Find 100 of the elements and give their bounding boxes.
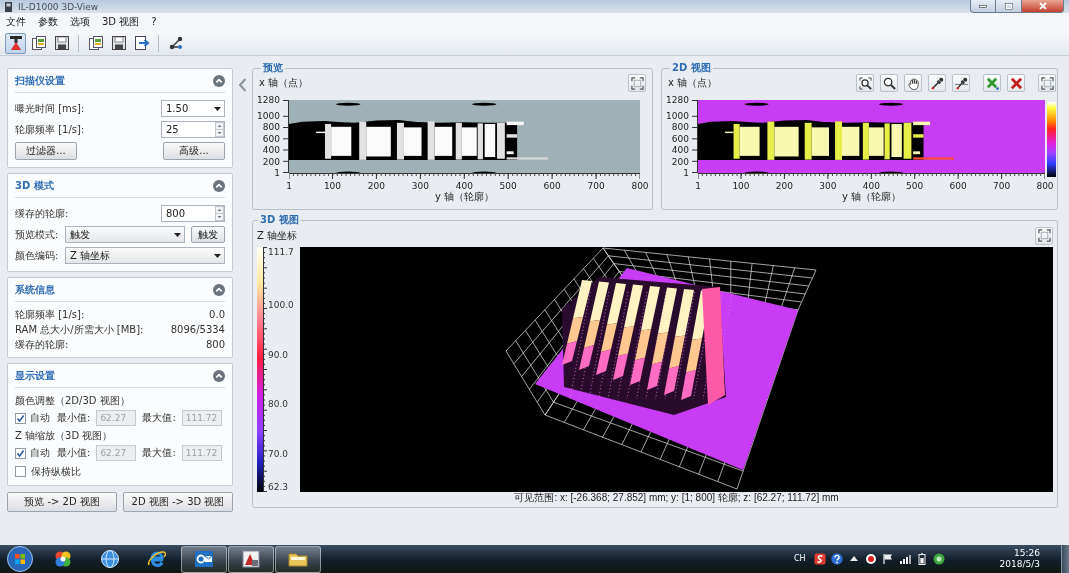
badge-icon[interactable]	[864, 553, 877, 565]
maximize-button[interactable]	[1035, 226, 1053, 245]
minimize-icon	[979, 4, 987, 8]
collapse-icon[interactable]	[213, 74, 225, 87]
collapse-icon[interactable]	[213, 369, 225, 382]
minimize-button[interactable]	[970, 0, 996, 13]
axis-tick-label: 200	[671, 156, 689, 167]
start-button[interactable]	[7, 546, 33, 572]
axis-tick-label: 400	[671, 145, 689, 156]
status-text: 可见范围: x: [-26.368; 27.852] mm; y: [1; 800] 轮廓; z: [62.27; 111.72] mm	[513, 492, 840, 503]
view-transfer-button[interactable]: 预览 -> 2D 视图	[7, 492, 117, 512]
taskbar-app-button[interactable]	[228, 545, 274, 573]
mail-icon	[194, 549, 214, 569]
axis-title: y 轴（轮廓）	[434, 191, 495, 203]
axis-title: Z 轴坐标	[257, 229, 298, 242]
status-icon[interactable]	[932, 553, 945, 565]
clock-date[interactable]: 2018/5/3	[999, 559, 1040, 570]
battery-icon[interactable]	[915, 553, 928, 565]
axis-tick-label: 1280	[257, 95, 280, 105]
spin-box[interactable]: 25	[161, 121, 225, 138]
axis-tick-label: 100.0	[268, 300, 294, 310]
menu-item[interactable]: 选项	[64, 16, 96, 28]
dropdown[interactable]: 1.50	[161, 100, 225, 117]
expand-icon	[1040, 76, 1054, 90]
menu-item[interactable]: 3D 视图	[96, 16, 146, 28]
field-label: 最小值:	[57, 447, 91, 459]
tool-button[interactable]	[880, 74, 898, 92]
clock-time[interactable]: 15:26	[1014, 548, 1040, 559]
documents-icon	[30, 35, 47, 51]
tool-button[interactable]	[928, 74, 946, 92]
network-icon[interactable]	[898, 553, 911, 565]
menu-item[interactable]: 文件	[0, 16, 32, 28]
axis-title: x 轴（点）	[259, 77, 309, 89]
field-label: 轮廓频率 [1/s]:	[15, 123, 85, 136]
axis-tick-label: 1280	[666, 95, 689, 105]
window-title: IL-D1000 3D-View	[18, 0, 99, 13]
field-label: 最小值:	[57, 412, 91, 424]
show-desktop-button[interactable]	[1061, 545, 1069, 573]
tool-button[interactable]	[1007, 74, 1025, 92]
axis-tick-label: 600	[543, 181, 561, 191]
toolbar-button[interactable]	[5, 32, 26, 54]
field-label: 曝光时间 [ms]:	[15, 102, 85, 115]
dialog-button[interactable]: 过滤器...	[15, 142, 77, 160]
dropdown[interactable]: Z 轴坐标	[65, 247, 225, 264]
axis-tick-label: 100	[323, 181, 342, 191]
taskbar-app-button[interactable]	[181, 545, 227, 573]
language-indicator[interactable]: CH	[793, 554, 806, 564]
axis-tick-label: 500	[906, 181, 924, 191]
magnifier-icon	[882, 76, 896, 90]
maximize-button[interactable]	[628, 74, 646, 92]
spin-box[interactable]: 800	[161, 205, 225, 222]
chevron-left-icon[interactable]	[238, 78, 247, 92]
caret-down-icon	[214, 106, 221, 111]
menu-item[interactable]: ?	[145, 16, 163, 28]
expand-icon	[630, 76, 644, 90]
close-button[interactable]	[1022, 0, 1064, 13]
save-icon	[110, 35, 127, 51]
section-title: 3D 模式	[15, 179, 54, 192]
pinwheel-icon	[53, 549, 73, 569]
section-title: 显示设置	[15, 369, 55, 382]
checkbox-label: 自动	[30, 447, 50, 459]
axis-tick-label: 100	[732, 181, 750, 191]
tool-button[interactable]	[904, 74, 922, 92]
info-label: RAM 总大小/所需大小 [MB]:	[15, 323, 144, 336]
tool-button[interactable]	[856, 74, 874, 92]
info-label: 轮廓频率 [1/s]:	[15, 308, 85, 321]
axis-title: y 轴（轮廓）	[841, 191, 902, 203]
help-icon[interactable]	[830, 553, 843, 565]
menu-item[interactable]: 参数	[32, 16, 64, 28]
nodes-icon	[167, 35, 184, 51]
checkbox[interactable]	[15, 466, 26, 477]
collapse-icon[interactable]	[213, 179, 225, 192]
axis-tick-label: 200	[367, 181, 385, 191]
info-value: 800	[205, 339, 225, 350]
axis-tick-label: 1	[695, 181, 701, 191]
dropdown[interactable]: 触发	[65, 226, 185, 243]
maximize-button[interactable]	[996, 0, 1022, 13]
tool-button[interactable]	[952, 74, 970, 92]
app-window-icon	[241, 549, 261, 569]
taskbar-app-button[interactable]	[275, 545, 321, 573]
s-logo-icon[interactable]	[813, 553, 826, 565]
flag-icon[interactable]	[881, 553, 894, 565]
axis-tick-label: 1000	[257, 111, 280, 121]
hand-icon	[906, 76, 920, 90]
section-title: 扫描仪设置	[15, 74, 65, 87]
maximize-button[interactable]	[1038, 74, 1056, 92]
dialog-button[interactable]: 高级...	[163, 142, 225, 160]
axis-tick-label: 800	[1036, 181, 1054, 191]
field-label: 最大值:	[142, 447, 176, 459]
collapse-icon[interactable]	[213, 283, 225, 296]
axis-tick-label: 500	[499, 181, 517, 191]
magnifier-corners-icon	[858, 76, 872, 90]
documents-icon	[87, 35, 104, 51]
view-transfer-button[interactable]: 2D 视图 -> 3D 视图	[123, 492, 233, 512]
panel-title: 3D 视图	[259, 214, 300, 226]
axis-tick-label: 400	[862, 181, 880, 191]
checkbox-label: 保持纵横比	[31, 465, 81, 478]
panel-title: 预览	[262, 62, 284, 74]
export-icon	[133, 35, 150, 51]
trigger-button[interactable]: 触发	[191, 226, 225, 243]
